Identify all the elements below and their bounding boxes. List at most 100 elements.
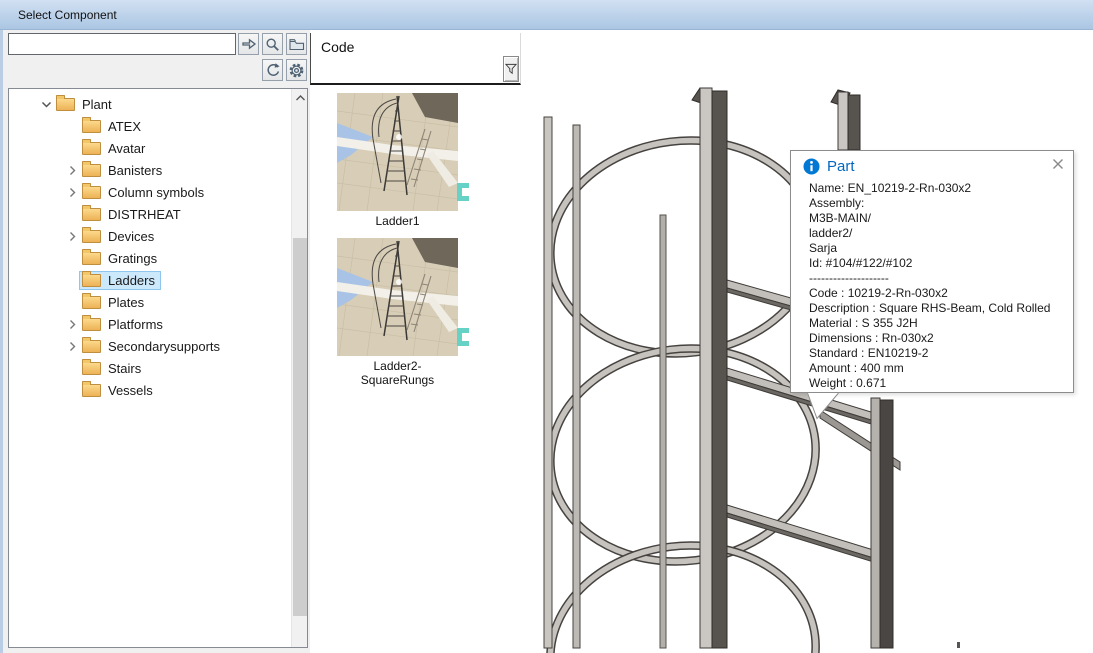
tooltip-body: Name: EN_10219-2-Rn-030x2 Assembly: M3B-… — [809, 181, 1050, 391]
tooltip-line: Code : 10219-2-Rn-030x2 — [809, 286, 1050, 301]
tree-item-platforms[interactable]: Platforms — [9, 313, 291, 335]
tooltip-pointer — [807, 393, 839, 420]
tooltip-separator: -------------------- — [809, 271, 1050, 286]
tree-item-gratings[interactable]: Gratings — [9, 247, 291, 269]
funnel-icon — [505, 63, 517, 75]
chevron-down-icon[interactable] — [40, 97, 53, 111]
select-component-window: Select Component — [0, 0, 1093, 653]
folder-icon — [82, 142, 101, 155]
tooltip-title: Part — [827, 158, 855, 175]
tree-item-devices[interactable]: Devices — [9, 225, 291, 247]
folder-icon — [82, 274, 101, 287]
tooltip-line: Sarja — [809, 241, 1050, 256]
tooltip-line: ladder2/ — [809, 226, 1050, 241]
scroll-up-icon[interactable] — [292, 89, 308, 106]
tree-item-plant[interactable]: Plant — [9, 93, 291, 115]
tooltip-line: Description : Square RHS-Beam, Cold Roll… — [809, 301, 1050, 316]
go-button[interactable] — [238, 33, 259, 55]
tree-item-label: DISTRHEAT — [108, 207, 181, 222]
chevron-right-icon[interactable] — [66, 339, 79, 353]
component-item-ladder2[interactable]: Ladder2-SquareRungs — [337, 238, 458, 387]
settings-button[interactable] — [286, 59, 307, 81]
tree-scrollbar[interactable] — [291, 89, 307, 647]
tooltip-line: Name: EN_10219-2-Rn-030x2 — [809, 181, 1050, 196]
chevron-right-icon[interactable] — [66, 229, 79, 243]
component-list-panel: Code — [310, 30, 521, 653]
folder-icon — [82, 318, 101, 331]
chevron-right-icon[interactable] — [66, 163, 79, 177]
folder-icon — [82, 296, 101, 309]
tree-item-label: Avatar — [108, 141, 145, 156]
tooltip-line: Assembly: — [809, 196, 1050, 211]
tooltip-line: Dimensions : Rn-030x2 — [809, 331, 1050, 346]
ladder-thumbnail-image — [337, 238, 458, 356]
folder-icon — [82, 186, 101, 199]
open-folder-button[interactable] — [286, 33, 307, 55]
folder-icon — [82, 120, 101, 133]
close-icon[interactable] — [1052, 158, 1064, 170]
ladder-thumbnail-image — [337, 93, 458, 211]
info-icon — [803, 158, 820, 175]
search-button[interactable] — [262, 33, 283, 55]
tree-item-plates[interactable]: Plates — [9, 291, 291, 313]
component-badge-icon — [457, 328, 469, 346]
folder-icon — [82, 384, 101, 397]
tree-item-label: Ladders — [108, 273, 155, 288]
part-tooltip: Part Name: EN_10219-2-Rn-030x2 Assembly:… — [790, 150, 1074, 393]
component-item-ladder1[interactable]: Ladder1 — [337, 93, 458, 228]
gear-icon — [288, 62, 305, 79]
folder-icon — [82, 252, 101, 265]
window-titlebar[interactable]: Select Component — [0, 0, 1093, 30]
tree-item-label: Stairs — [108, 361, 141, 376]
tree-item-vessels[interactable]: Vessels — [9, 379, 291, 401]
folder-icon — [56, 98, 75, 111]
column-header-label: Code — [321, 39, 354, 55]
component-item-label: Ladder2-SquareRungs — [337, 359, 458, 387]
tooltip-line: Id: #104/#122/#102 — [809, 256, 1050, 271]
model-viewport[interactable]: Part Name: EN_10219-2-Rn-030x2 Assembly:… — [521, 30, 1093, 653]
tree-item-label: Vessels — [108, 383, 153, 398]
search-input[interactable] — [8, 33, 236, 55]
tree-item-atex[interactable]: ATEX — [9, 115, 291, 137]
folder-icon — [82, 164, 101, 177]
tooltip-line: Weight : 0.671 — [809, 376, 1050, 391]
tooltip-line: Amount : 400 mm — [809, 361, 1050, 376]
window-title: Select Component — [18, 8, 117, 22]
tree-item-label: Gratings — [108, 251, 157, 266]
tree-item-label: Devices — [108, 229, 154, 244]
tree-item-stairs[interactable]: Stairs — [9, 357, 291, 379]
folder-icon — [82, 230, 101, 243]
tree-item-label: Plant — [82, 97, 112, 112]
folder-icon — [82, 208, 101, 221]
folder-icon — [82, 362, 101, 375]
refresh-button[interactable] — [262, 59, 283, 81]
folder-icon — [82, 340, 101, 353]
tree-item-label: Secondarysupports — [108, 339, 220, 354]
filter-button[interactable] — [503, 56, 519, 82]
tooltip-line: Standard : EN10219-2 — [809, 346, 1050, 361]
tree-item-label: Plates — [108, 295, 144, 310]
component-item-label: Ladder1 — [337, 214, 458, 228]
tree-item-label: Column symbols — [108, 185, 204, 200]
chevron-right-icon[interactable] — [66, 185, 79, 199]
tree-item-column-symbols[interactable]: Column symbols — [9, 181, 291, 203]
chevron-right-icon[interactable] — [66, 317, 79, 331]
browser-panel: Plant ATEX Avatar — [3, 30, 310, 653]
tree-item-banisters[interactable]: Banisters — [9, 159, 291, 181]
code-column-header[interactable]: Code — [310, 33, 521, 85]
folder-tree: Plant ATEX Avatar — [8, 88, 308, 648]
component-badge-icon — [457, 183, 469, 201]
tree-item-label: Banisters — [108, 163, 162, 178]
open-folder-icon — [289, 38, 305, 51]
tree-item-label: ATEX — [108, 119, 141, 134]
tree-item-secondarysupports[interactable]: Secondarysupports — [9, 335, 291, 357]
tree-item-ladders[interactable]: Ladders — [9, 269, 291, 291]
tree-item-avatar[interactable]: Avatar — [9, 137, 291, 159]
tree-item-label: Platforms — [108, 317, 163, 332]
tooltip-line: Material : S 355 J2H — [809, 316, 1050, 331]
tree-item-distrheat[interactable]: DISTRHEAT — [9, 203, 291, 225]
tooltip-line: M3B-MAIN/ — [809, 211, 1050, 226]
magnifier-icon — [265, 37, 280, 52]
scrollbar-thumb[interactable] — [293, 238, 307, 616]
go-arrow-icon — [241, 37, 257, 51]
